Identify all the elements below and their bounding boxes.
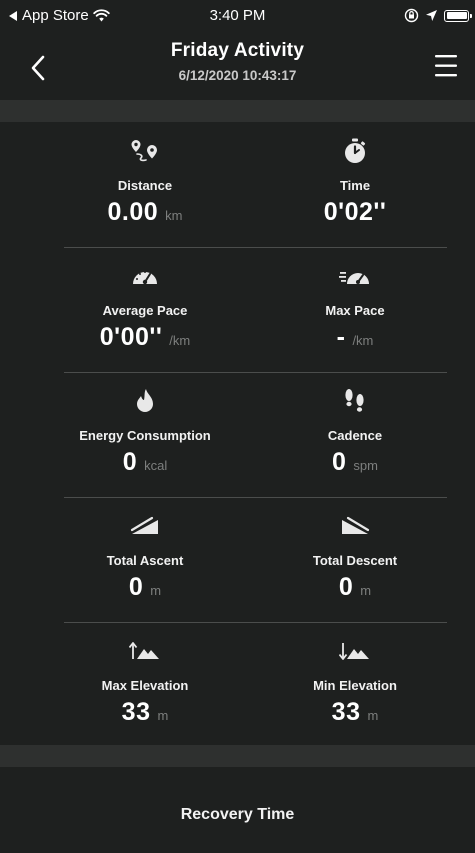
section-separator-top [0,100,475,122]
metric-distance: Distance 0.00 km [45,122,245,247]
activity-detail-screen: App Store 3:40 PM Friday Activity 6/12/2… [0,0,475,853]
footprints-icon [345,389,364,412]
recovery-time-title: Recovery Time [180,806,295,823]
metric-unit: spm [353,458,378,473]
metric-value: - [336,323,346,351]
metric-unit: km [165,208,183,223]
status-bar: App Store 3:40 PM [0,0,475,34]
metric-label: Max Pace [325,303,385,318]
wifi-icon [93,9,110,22]
status-indicators [404,8,472,23]
back-to-app[interactable]: App Store [8,7,110,24]
nav-header: Friday Activity 6/12/2020 10:43:17 [0,34,475,98]
metric-value: 0'02'' [323,198,387,226]
metric-value: 0 [122,448,138,476]
metric-label: Cadence [327,428,383,443]
metric-row: Total Ascent 0 m Total Descent 0 m [0,497,475,622]
metric-unit: m [150,583,162,598]
metric-unit: m [157,708,169,723]
metric-total-descent: Total Descent 0 m [255,497,455,622]
metric-label: Average Pace [102,303,188,318]
ascent-icon [130,516,158,534]
metric-total-ascent: Total Ascent 0 m [45,497,245,622]
metric-unit: /km [169,333,191,348]
title-block: Friday Activity 6/12/2020 10:43:17 [90,40,385,83]
metric-label: Min Elevation [313,678,397,693]
metrics-grid: Distance 0.00 km Time 0'02'' Average Pac… [0,122,475,747]
flame-icon [137,389,153,412]
section-separator-bottom [0,745,475,767]
metric-label: Time [339,178,371,193]
metric-value: 33 [331,698,361,726]
metric-value: 0.00 [107,198,159,226]
metric-value: 0 [338,573,354,601]
metric-value: 0'00'' [99,323,163,351]
metric-time: Time 0'02'' [255,122,455,247]
metric-label: Distance [117,178,173,193]
metric-value: 0 [128,573,144,601]
metric-label: Max Elevation [101,678,189,693]
metric-max-pace: Max Pace - /km [255,247,455,372]
orientation-lock-icon [404,8,419,23]
metric-cadence: Cadence 0 spm [255,372,455,497]
distance-route-icon [131,140,157,162]
chevron-left-icon [31,55,45,81]
metric-label: Total Descent [312,553,398,568]
metric-row: Average Pace 0'00'' /km Max Pace - /km [0,247,475,372]
activity-datetime: 6/12/2020 10:43:17 [178,68,297,83]
metric-unit: /km [352,333,374,348]
max-elevation-icon [129,642,159,659]
back-triangle-icon [9,10,17,21]
metric-unit: m [360,583,372,598]
metric-row: Energy Consumption 0 kcal Cadence 0 spm [0,372,475,497]
back-button[interactable] [22,50,58,86]
location-arrow-icon [426,10,437,21]
back-app-label: App Store [22,7,89,24]
metric-label: Total Ascent [106,553,184,568]
metric-max-elevation: Max Elevation 33 m [45,622,245,747]
metric-label: Energy Consumption [79,428,211,443]
metric-average-pace: Average Pace 0'00'' /km [45,247,245,372]
min-elevation-icon [339,643,369,660]
menu-button[interactable] [429,50,465,84]
metric-value: 33 [121,698,151,726]
stopwatch-icon [345,138,366,163]
metric-unit: m [367,708,379,723]
metric-value: 0 [332,448,347,476]
fast-speedometer-icon [339,272,369,284]
metric-min-elevation: Min Elevation 33 m [255,622,455,747]
battery-icon [444,9,472,22]
metric-energy: Energy Consumption 0 kcal [45,372,245,497]
descent-icon [342,516,370,534]
metric-row: Distance 0.00 km Time 0'02'' [0,122,475,247]
speedometer-icon [133,271,157,285]
page-title: Friday Activity [170,40,305,61]
hamburger-menu-icon [435,55,457,77]
metric-row: Max Elevation 33 m Min Elevation 33 m [0,622,475,747]
metric-unit: kcal [144,458,168,473]
